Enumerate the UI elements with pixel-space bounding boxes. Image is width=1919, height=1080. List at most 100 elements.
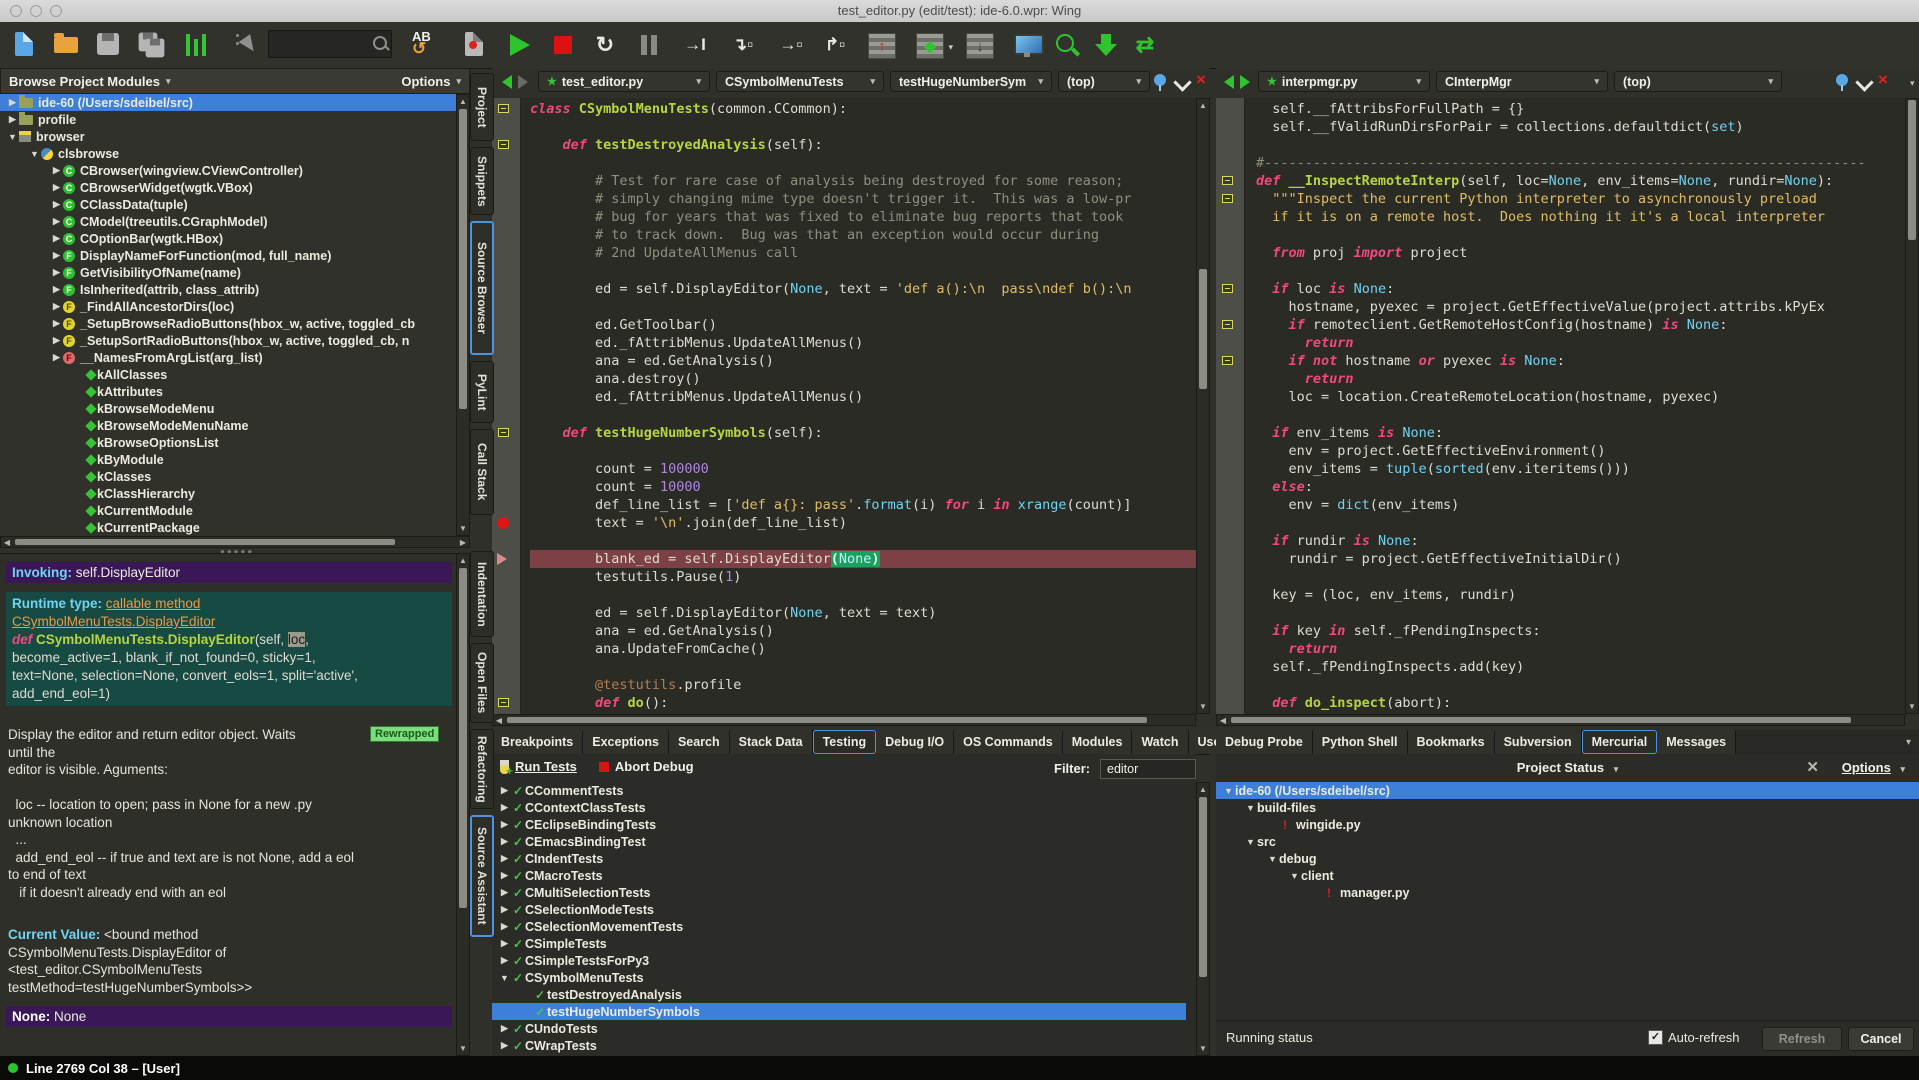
code-line[interactable]: [530, 406, 1196, 424]
code-line[interactable]: ed = self.DisplayEditor(None, text = tex…: [530, 604, 1196, 622]
frame-up-icon[interactable]: ↑: [866, 30, 896, 60]
code-line[interactable]: env_items = tuple(sorted(env.iteritems()…: [1256, 460, 1901, 478]
test-tree-row[interactable]: ▶✓CSelectionMovementTests: [492, 918, 1186, 935]
code-line[interactable]: rundir = project.GetEffectiveInitialDir(…: [1256, 550, 1901, 568]
fold-marker-icon[interactable]: [498, 104, 509, 113]
tab-watch[interactable]: Watch: [1132, 730, 1188, 754]
module-tree-row[interactable]: kBrowseModeMenu: [0, 400, 456, 417]
code-line[interactable]: def __InspectRemoteInterp(self, loc=None…: [1256, 172, 1901, 190]
module-tree-row[interactable]: kCurrentModule: [0, 502, 456, 519]
code-line[interactable]: if key in self._fPendingInspects:: [1256, 622, 1901, 640]
restart-icon[interactable]: ↻: [590, 30, 620, 60]
code-line[interactable]: return: [1256, 334, 1901, 352]
tab-messages[interactable]: Messages: [1657, 730, 1736, 754]
test-tree-row[interactable]: ▶✓CUndoTests: [492, 1020, 1186, 1037]
module-tree-row[interactable]: kClassHierarchy: [0, 485, 456, 502]
code-line[interactable]: if loc is None:: [1256, 280, 1901, 298]
code-line[interactable]: hostname, pyexec = project.GetEffectiveV…: [1256, 298, 1901, 316]
test-tree-row[interactable]: ✓testDestroyedAnalysis: [492, 986, 1186, 1003]
center-fold-margin[interactable]: [492, 98, 521, 714]
module-tree-row[interactable]: kBrowseOptionsList: [0, 434, 456, 451]
tab-search[interactable]: Search: [669, 730, 730, 754]
save-all-icon[interactable]: [136, 30, 166, 60]
project-status-title-dropdown[interactable]: Project Status ▾: [1517, 760, 1619, 775]
status-tree-row[interactable]: ▼src: [1216, 833, 1919, 850]
test-tree-row[interactable]: ▶✓CEclipseBindingTests: [492, 816, 1186, 833]
pin-editor-icon[interactable]: [1836, 74, 1848, 86]
tool-tab-source-assistant[interactable]: Source Assistant: [470, 815, 494, 937]
status-tree-row[interactable]: ▼client: [1216, 867, 1919, 884]
tab-scroll-controls[interactable]: ▾: [1898, 730, 1919, 754]
tool-tab-source-browser[interactable]: Source Browser: [470, 221, 494, 355]
code-line[interactable]: @testutils.profile: [530, 676, 1196, 694]
code-line[interactable]: [530, 262, 1196, 280]
code-line[interactable]: """Inspect the current Python interprete…: [1256, 190, 1901, 208]
right-vertical-scrollbar[interactable]: ▲▼: [1905, 98, 1919, 714]
test-filter-input[interactable]: editor: [1100, 759, 1196, 779]
browser-vertical-scrollbar[interactable]: ▲▼: [456, 94, 470, 536]
tab-stack-data[interactable]: Stack Data: [730, 730, 813, 754]
code-line[interactable]: ed = self.DisplayEditor(None, text = 'de…: [530, 280, 1196, 298]
tab-bookmarks[interactable]: Bookmarks: [1408, 730, 1495, 754]
tool-tab-project[interactable]: Project: [470, 73, 494, 141]
assistant-vertical-scrollbar[interactable]: ▲▼: [456, 553, 470, 1056]
tab-breakpoints[interactable]: Breakpoints: [492, 730, 583, 754]
stop-icon[interactable]: [548, 30, 578, 60]
code-line[interactable]: [530, 118, 1196, 136]
module-tree-row[interactable]: ▶F_SetupSortRadioButtons(hbox_w, active,…: [0, 332, 456, 349]
nav-back-icon[interactable]: [1224, 75, 1234, 89]
tab-mercurial[interactable]: Mercurial: [1582, 730, 1658, 754]
module-tree-row[interactable]: ▶CCClassData(tuple): [0, 196, 456, 213]
frame-current-icon[interactable]: ◆▾: [914, 30, 944, 60]
goto-line-icon[interactable]: [1092, 30, 1122, 60]
test-tree-row[interactable]: ▼✓CSymbolMenuTests: [492, 969, 1186, 986]
save-icon[interactable]: [94, 30, 124, 60]
code-line[interactable]: ana.UpdateFromCache(): [530, 640, 1196, 658]
code-line[interactable]: #---------------------------------------…: [1256, 154, 1901, 172]
module-tree-row[interactable]: ▶CCBrowser(wingview.CViewController): [0, 162, 456, 179]
status-tree-row[interactable]: !wingide.py: [1216, 816, 1919, 833]
status-tree-row[interactable]: ▼debug: [1216, 850, 1919, 867]
refresh-green-icon[interactable]: ⇄: [1130, 30, 1160, 60]
code-line[interactable]: [1256, 136, 1901, 154]
cancel-button[interactable]: Cancel: [1848, 1027, 1914, 1051]
code-line[interactable]: from proj import project: [1256, 244, 1901, 262]
code-line[interactable]: [1256, 406, 1901, 424]
test-tree-row[interactable]: ▶✓CIndentTests: [492, 850, 1186, 867]
status-options-button[interactable]: Options ▾: [1842, 760, 1905, 775]
code-line[interactable]: # to track down. Bug was that an excepti…: [530, 226, 1196, 244]
profile-bars-icon[interactable]: [182, 30, 212, 60]
tool-tab-refactoring[interactable]: Refactoring: [470, 729, 494, 809]
module-tree-row[interactable]: kAllClasses: [0, 366, 456, 383]
code-line[interactable]: ana = ed.GetAnalysis(): [530, 622, 1196, 640]
code-line[interactable]: testutils.Pause(1): [530, 568, 1196, 586]
module-tree-row[interactable]: ▶FDisplayNameForFunction(mod, full_name): [0, 247, 456, 264]
right-horizontal-scrollbar[interactable]: ◀: [1216, 714, 1905, 726]
auto-refresh-checkbox[interactable]: ✓: [1648, 1030, 1663, 1045]
module-tree-row[interactable]: ▼browser: [0, 128, 456, 145]
code-line[interactable]: [530, 586, 1196, 604]
tab-python-shell[interactable]: Python Shell: [1313, 730, 1408, 754]
runtime-type-link[interactable]: callable method: [106, 596, 201, 611]
symbol-menu-0[interactable]: ★test_editor.py▾: [538, 71, 710, 92]
tab-subversion[interactable]: Subversion: [1495, 730, 1582, 754]
browse-mode-dropdown[interactable]: Browse Project Modules: [9, 74, 160, 89]
code-line[interactable]: class CSymbolMenuTests(common.CCommon):: [530, 100, 1196, 118]
code-line[interactable]: ana = ed.GetAnalysis(): [530, 352, 1196, 370]
test-tree-row[interactable]: ▶✓CEmacsBindingTest: [492, 833, 1186, 850]
module-tree-row[interactable]: ▶CCModel(treeutils.CGraphModel): [0, 213, 456, 230]
code-line[interactable]: if rundir is None:: [1256, 532, 1901, 550]
symbol-menu-0[interactable]: ★interpmgr.py▾: [1258, 71, 1430, 92]
module-tree-row[interactable]: ▶F__NamesFromArgList(arg_list): [0, 349, 456, 366]
module-tree-row[interactable]: ▶ide-60 (/Users/sdeibel/src): [0, 94, 456, 111]
code-line[interactable]: def testHugeNumberSymbols(self):: [530, 424, 1196, 442]
code-line[interactable]: [1256, 676, 1901, 694]
module-tree-row[interactable]: ▶CCBrowserWidget(wgtk.VBox): [0, 179, 456, 196]
code-line[interactable]: # 2nd UpdateAllMenus call: [530, 244, 1196, 262]
module-tree-row[interactable]: kClasses: [0, 468, 456, 485]
browse-options-button[interactable]: Options: [401, 74, 450, 89]
test-tree-row[interactable]: ▶✓CSimpleTests: [492, 935, 1186, 952]
right-editor[interactable]: self.__fAttribsForFullPath = {} self.__f…: [1216, 98, 1905, 714]
code-line[interactable]: [530, 532, 1196, 550]
module-tree-row[interactable]: kCurrentPackage: [0, 519, 456, 536]
